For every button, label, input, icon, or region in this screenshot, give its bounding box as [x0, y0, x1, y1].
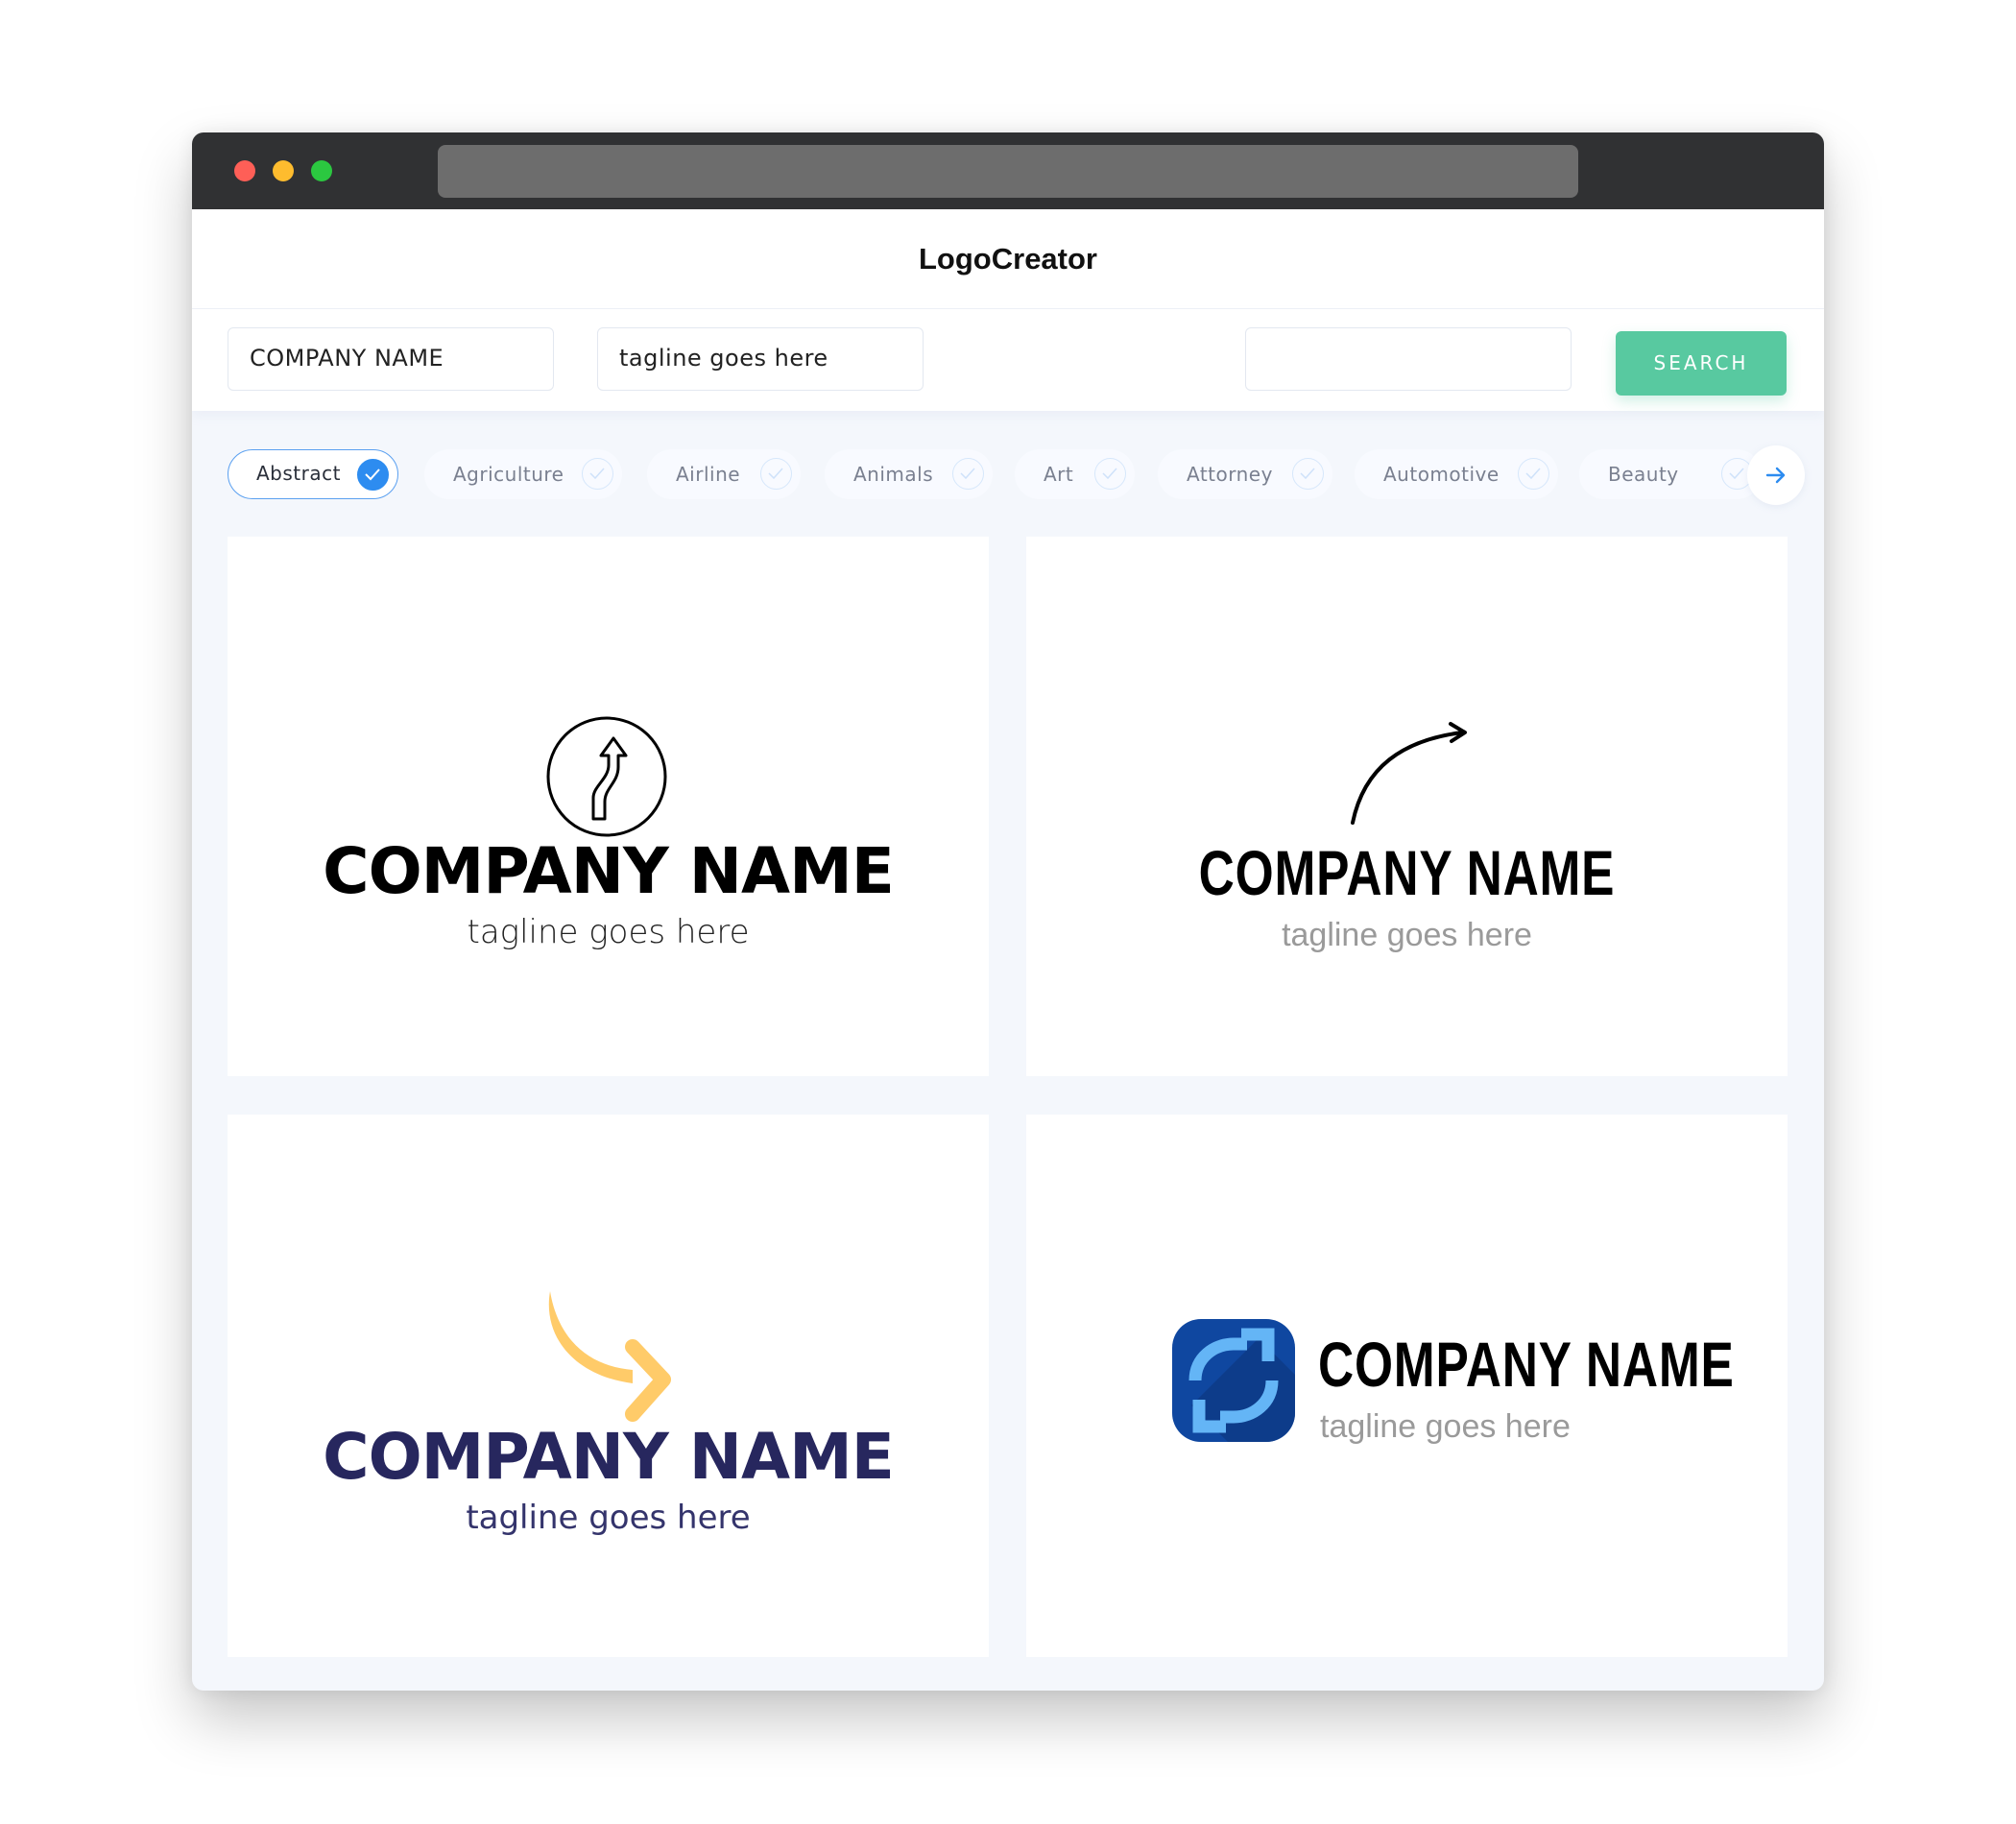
- logo-tagline: tagline goes here: [466, 1499, 751, 1537]
- yellow-curved-arrow-icon: [548, 1291, 671, 1422]
- search-bar: COMPANY NAME tagline goes here SEARCH: [192, 309, 1824, 411]
- category-label: Automotive: [1383, 463, 1500, 486]
- category-chip-animals[interactable]: Animals: [825, 449, 993, 499]
- category-label: Animals: [853, 463, 934, 486]
- category-chip-beauty[interactable]: Beauty: [1579, 449, 1762, 499]
- maximize-window-button[interactable]: [311, 160, 332, 181]
- keyword-input[interactable]: [1245, 327, 1572, 391]
- category-chip-agriculture[interactable]: Agriculture: [424, 449, 622, 499]
- logo-card[interactable]: COMPANY NAME tagline goes here: [1026, 1115, 1788, 1657]
- minimize-window-button[interactable]: [273, 160, 294, 181]
- category-chip-art[interactable]: Art: [1015, 449, 1135, 499]
- logo-company-name: COMPANY NAME: [1198, 837, 1616, 908]
- logo-tagline: tagline goes here: [467, 913, 750, 951]
- logo-company-name: COMPANY NAME: [323, 834, 895, 908]
- check-icon: [1292, 458, 1324, 490]
- logo-tagline: tagline goes here: [1320, 1408, 1571, 1445]
- brand-logo[interactable]: LogoCreator: [192, 242, 1824, 276]
- logo-card[interactable]: COMPANY NAME tagline goes here: [1026, 537, 1788, 1076]
- check-icon: [1094, 458, 1126, 490]
- category-label: Beauty: [1608, 463, 1679, 486]
- category-label: Art: [1044, 463, 1074, 486]
- category-chip-airline[interactable]: Airline: [647, 449, 801, 499]
- check-icon: [357, 459, 389, 491]
- curved-line-arrow-icon: [1351, 722, 1467, 825]
- browser-titlebar: [192, 132, 1824, 209]
- company-name-input[interactable]: COMPANY NAME: [228, 327, 554, 391]
- logo-company-name: COMPANY NAME: [1318, 1329, 1735, 1400]
- site-header: LogoCreator: [192, 209, 1824, 309]
- check-icon: [952, 458, 984, 490]
- refresh-arrows-app-icon: [1172, 1319, 1295, 1442]
- logo-company-name: COMPANY NAME: [323, 1420, 895, 1494]
- tagline-input[interactable]: tagline goes here: [597, 327, 924, 391]
- close-window-button[interactable]: [234, 160, 255, 181]
- curved-arrow-in-circle-icon: [546, 716, 667, 837]
- category-label: Abstract: [256, 462, 341, 485]
- browser-window: LogoCreator COMPANY NAME tagline goes he…: [192, 132, 1824, 1691]
- address-bar[interactable]: [438, 145, 1578, 198]
- search-button[interactable]: SEARCH: [1616, 331, 1787, 396]
- category-chip-automotive[interactable]: Automotive: [1355, 449, 1558, 499]
- logo-card[interactable]: COMPANY NAME tagline goes here: [228, 537, 989, 1076]
- category-chip-abstract[interactable]: Abstract: [228, 449, 398, 499]
- logo-tagline: tagline goes here: [1282, 917, 1532, 953]
- check-icon: [760, 458, 792, 490]
- category-filter-bar: Abstract Agriculture Airline Animals Art…: [228, 445, 1805, 505]
- category-chip-attorney[interactable]: Attorney: [1158, 449, 1332, 499]
- scroll-categories-next-button[interactable]: [1747, 445, 1805, 505]
- logo-card[interactable]: COMPANY NAME tagline goes here: [228, 1115, 989, 1657]
- category-label: Attorney: [1187, 463, 1273, 486]
- check-icon: [1518, 458, 1549, 490]
- check-icon: [582, 458, 613, 490]
- category-label: Airline: [676, 463, 741, 486]
- category-label: Agriculture: [453, 463, 564, 486]
